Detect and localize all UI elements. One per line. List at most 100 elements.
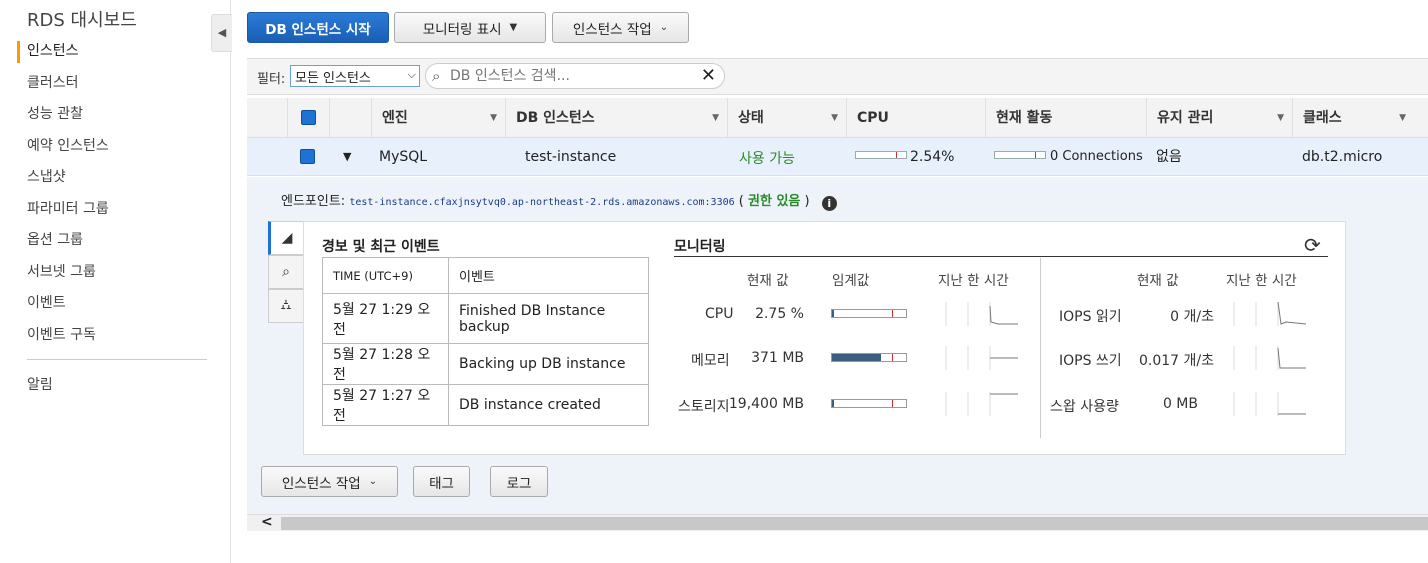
metric-bar-storage xyxy=(831,399,907,408)
tab-topology[interactable]: ⛼ xyxy=(268,289,304,323)
info-icon[interactable]: i xyxy=(821,196,837,211)
column-class-label: 클래스 xyxy=(1303,110,1342,126)
sidebar-item-parameter-groups[interactable]: 파라미터 그룹 xyxy=(0,194,231,226)
filter-label: 필터: xyxy=(257,72,286,87)
column-cpu[interactable]: CPU xyxy=(846,98,985,138)
row-db-instance[interactable]: test-instance xyxy=(525,138,616,176)
search-icon: ⌕ xyxy=(432,67,441,85)
tab-monitoring[interactable]: ◢ xyxy=(268,221,304,255)
horizontal-scrollbar[interactable]: < xyxy=(247,514,1428,531)
metric-bar-fill xyxy=(832,354,881,361)
show-monitoring-button[interactable]: 모니터링 표시 ▼ xyxy=(394,12,546,43)
refresh-icon[interactable]: ⟳ xyxy=(1304,233,1321,257)
launch-db-instance-button[interactable]: DB 인스턴스 시작 xyxy=(247,12,389,43)
column-class[interactable]: 클래스 ▼ xyxy=(1292,98,1414,138)
metric-threshold-tick xyxy=(892,400,893,407)
metric-value-iops-read: 0 개/초 xyxy=(1170,309,1214,325)
column-cpu-label: CPU xyxy=(857,110,889,126)
sidebar-item-notifications[interactable]: 알림 xyxy=(0,370,231,402)
sidebar-item-snapshots[interactable]: 스냅샷 xyxy=(0,162,231,194)
table-row[interactable]: ▼ MySQL test-instance 사용 가능 2.54% 0 Conn… xyxy=(247,138,1428,176)
sidebar-item-performance-insights[interactable]: 성능 관찰 xyxy=(0,99,231,131)
sidebar: RDS 대시보드 인스턴스 클러스터 성능 관찰 예약 인스턴스 스냅샷 파라미… xyxy=(0,0,231,563)
chevron-left-icon: ◀ xyxy=(217,26,227,39)
tags-button[interactable]: 태그 xyxy=(413,466,470,497)
chevron-down-icon: ▼ xyxy=(509,22,518,33)
sparkline-cpu xyxy=(945,302,1018,326)
events-col-event: 이벤트 xyxy=(448,257,649,294)
sparkline-storage xyxy=(945,392,1018,416)
metric-label-swap: 스왑 사용량 xyxy=(1050,399,1119,415)
sparkline-memory xyxy=(945,346,1018,370)
main-content: DB 인스턴스 시작 모니터링 표시 ▼ 인스턴스 작업 ⌄ 필터: 모든 인스… xyxy=(247,0,1428,563)
events-col-time: TIME (UTC+9) xyxy=(322,257,449,294)
instance-actions-label: 인스턴스 작업 xyxy=(572,21,652,38)
monitoring-panel: 경보 및 최근 이벤트 TIME (UTC+9) 이벤트 5월 27 1:29 … xyxy=(303,221,1346,455)
row-maintenance: 없음 xyxy=(1156,149,1182,165)
row-checkbox[interactable] xyxy=(300,149,315,164)
search-input[interactable] xyxy=(450,67,690,85)
monitoring-header-current-right: 현재 값 xyxy=(1137,273,1179,289)
column-maintenance-label: 유지 관리 xyxy=(1157,110,1214,126)
sidebar-item-events[interactable]: 이벤트 xyxy=(0,288,231,320)
expand-row-caret-icon[interactable]: ▼ xyxy=(343,138,351,176)
tags-button-label: 태그 xyxy=(429,475,454,492)
logs-button-label: 로그 xyxy=(506,475,532,492)
area-chart-icon: ◢ xyxy=(281,230,293,246)
metric-label-cpu: CPU xyxy=(705,306,734,322)
event-row: 5월 27 1:29 오전 Finished DB Instance backu… xyxy=(322,293,649,344)
sidebar-item-clusters[interactable]: 클러스터 xyxy=(0,68,231,100)
endpoint-grant-status[interactable]: 권한 있음 xyxy=(748,194,800,209)
sidebar-collapse-button[interactable]: ◀ xyxy=(211,14,232,52)
monitoring-header-last-hour: 지난 한 시간 xyxy=(938,273,1009,289)
sidebar-item-subnet-groups[interactable]: 서브넷 그룹 xyxy=(0,257,231,289)
filter-select[interactable]: 모든 인스턴스 ⌵ xyxy=(290,65,420,87)
row-activity-bar xyxy=(994,151,1046,159)
sidebar-title[interactable]: RDS 대시보드 xyxy=(27,6,137,32)
monitoring-header-current: 현재 값 xyxy=(747,273,789,289)
instance-actions-button[interactable]: 인스턴스 작업 ⌄ xyxy=(552,12,689,43)
monitoring-divider-line xyxy=(674,256,1328,257)
table-header: 엔진 ▼ DB 인스턴스 ▼ 상태 ▼ CPU 현재 활동 유지 관리 ▼ 클래스 ▼ xyxy=(247,98,1428,138)
launch-button-label: DB 인스턴스 시작 xyxy=(265,21,371,38)
sidebar-item-option-groups[interactable]: 옵션 그룹 xyxy=(0,225,231,257)
scroll-left-icon[interactable]: < xyxy=(261,514,273,530)
column-engine[interactable]: 엔진 ▼ xyxy=(371,98,505,138)
column-db-instance-label: DB 인스턴스 xyxy=(516,110,595,126)
sort-icon: ▼ xyxy=(1399,113,1406,123)
monitoring-column-divider xyxy=(1040,258,1041,438)
sort-icon: ▼ xyxy=(712,113,719,123)
sidebar-item-reserved-instances[interactable]: 예약 인스턴스 xyxy=(0,131,231,163)
sidebar-item-event-subscriptions[interactable]: 이벤트 구독 xyxy=(0,320,231,352)
column-maintenance[interactable]: 유지 관리 ▼ xyxy=(1146,98,1292,138)
column-current-activity-label: 현재 활동 xyxy=(996,110,1053,126)
sort-icon: ▼ xyxy=(831,113,838,123)
scrollbar-thumb[interactable] xyxy=(281,517,1428,530)
cpu-threshold-tick xyxy=(896,152,897,158)
column-current-activity[interactable]: 현재 활동 xyxy=(985,98,1146,138)
event-row: 5월 27 1:28 오전 Backing up DB instance xyxy=(322,343,649,385)
sidebar-divider xyxy=(27,359,207,360)
event-time: 5월 27 1:28 오전 xyxy=(322,343,449,385)
magnify-icon: ⌕ xyxy=(282,264,290,280)
monitoring-header-last-hour-right: 지난 한 시간 xyxy=(1226,273,1297,289)
metric-bar-cpu xyxy=(831,309,907,318)
event-text: Finished DB Instance backup xyxy=(448,293,649,344)
logs-button[interactable]: 로그 xyxy=(490,466,548,497)
show-monitoring-label: 모니터링 표시 xyxy=(422,21,502,38)
bottom-instance-actions-label: 인스턴스 작업 xyxy=(281,475,361,492)
tab-details[interactable]: ⌕ xyxy=(268,255,304,289)
event-text: Backing up DB instance xyxy=(448,343,649,385)
column-status[interactable]: 상태 ▼ xyxy=(727,98,846,138)
chevron-down-icon: ⌵ xyxy=(407,68,416,81)
endpoint-value[interactable]: test-instance.cfaxjnsytvq0.ap-northeast-… xyxy=(349,197,734,208)
bottom-instance-actions-button[interactable]: 인스턴스 작업 ⌄ xyxy=(261,466,398,497)
clear-search-icon[interactable]: ✕ xyxy=(701,65,716,86)
sidebar-item-instances[interactable]: 인스턴스 xyxy=(0,36,231,68)
event-text: DB instance created xyxy=(448,384,649,426)
metric-threshold-tick xyxy=(892,310,893,317)
activity-threshold-tick xyxy=(1035,152,1036,158)
filter-selected-value: 모든 인스턴스 xyxy=(295,71,371,86)
hierarchy-icon: ⛼ xyxy=(280,297,292,313)
column-db-instance[interactable]: DB 인스턴스 ▼ xyxy=(505,98,727,138)
